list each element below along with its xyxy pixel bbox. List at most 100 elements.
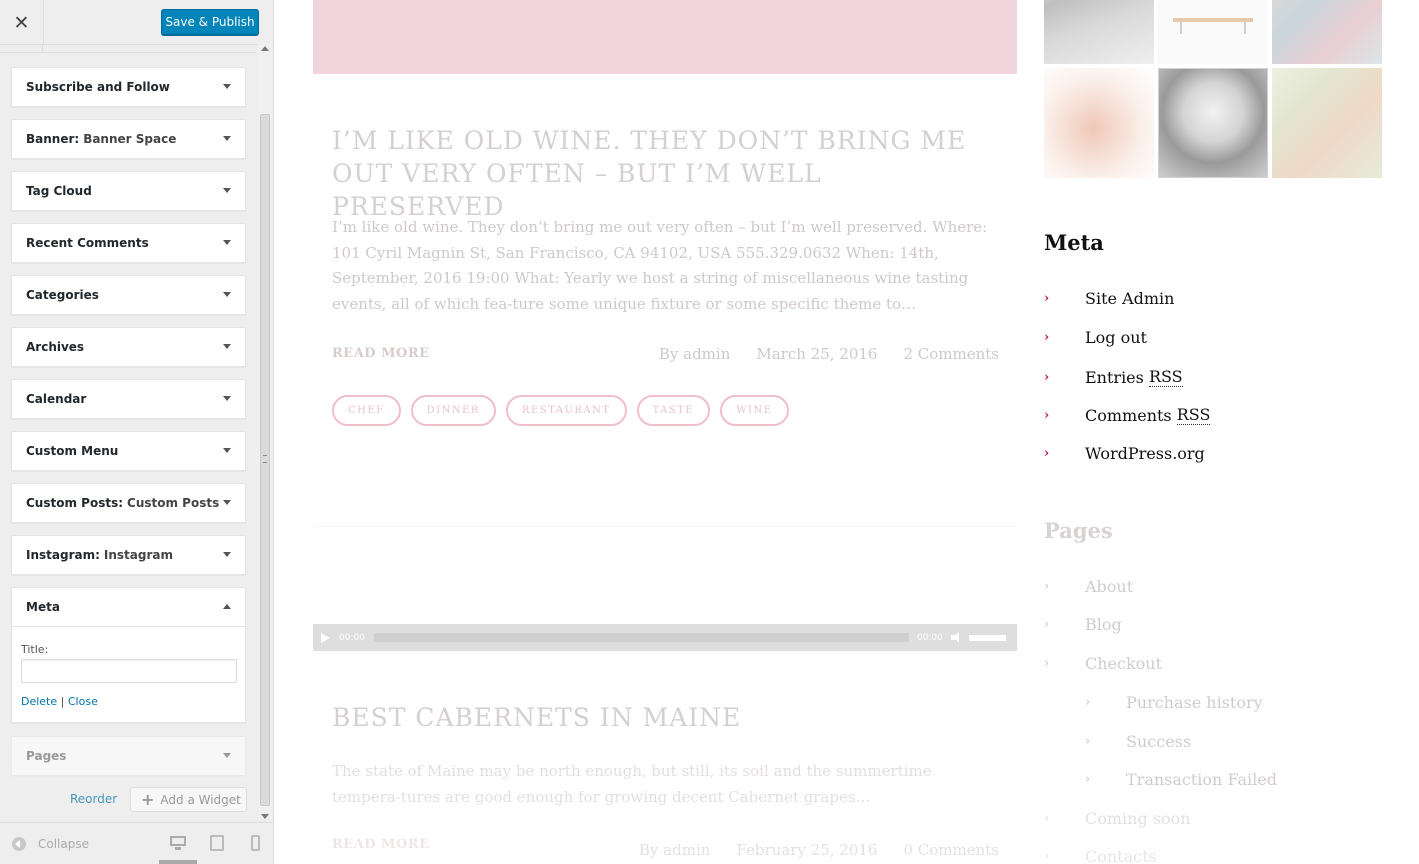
page-link-checkout[interactable]: › Checkout (1044, 654, 1162, 673)
instagram-photo-bottle[interactable] (1044, 0, 1154, 64)
title-field[interactable] (21, 659, 237, 683)
page-link-about[interactable]: › About (1044, 577, 1133, 596)
expand-arrow-icon[interactable] (223, 396, 231, 401)
instagram-photo-dish[interactable] (1044, 68, 1154, 178)
audio-player: 00:00 00:00 (313, 624, 1017, 651)
title-field-label: Title: (21, 643, 49, 656)
expand-arrow-icon[interactable] (223, 344, 231, 349)
post-comments[interactable]: 0 Comments (903, 841, 999, 859)
mobile-icon (251, 835, 260, 851)
expand-arrow-icon[interactable] (223, 240, 231, 245)
post-title[interactable]: BEST CABERNETS IN MAINE (332, 701, 992, 734)
collapse-button[interactable]: Collapse (12, 837, 89, 851)
page-link-purchase-history[interactable]: › Purchase history (1085, 693, 1263, 712)
widget-custom-posts[interactable]: Custom Posts: Custom Posts (11, 483, 246, 523)
link-text: Log out (1085, 328, 1147, 347)
post-author[interactable]: By admin (659, 345, 731, 363)
audio-progress-track[interactable] (373, 633, 909, 642)
expand-arrow-icon[interactable] (223, 753, 231, 758)
page-link-contacts[interactable]: › Contacts (1044, 847, 1157, 864)
read-more-link[interactable]: READ MORE (332, 346, 430, 361)
widget-meta-expanded[interactable]: Meta Title: Delete | Close (11, 587, 246, 723)
instagram-photo-bench[interactable] (1158, 0, 1268, 64)
widget-title: Instagram: (26, 548, 100, 562)
tablet-preview-button[interactable] (208, 835, 226, 851)
bench-top (1173, 18, 1253, 22)
volume-icon[interactable] (950, 632, 963, 643)
expand-arrow-icon[interactable] (223, 500, 231, 505)
meta-link-wordpress-org[interactable]: › WordPress.org (1044, 444, 1205, 463)
widget-subscribe-and-follow[interactable]: Subscribe and Follow (11, 67, 246, 107)
page-link-success[interactable]: › Success (1085, 732, 1191, 751)
volume-slider[interactable] (968, 634, 1015, 641)
instagram-photo-people[interactable] (1272, 0, 1382, 64)
grip-icon (263, 455, 267, 463)
instagram-photo-portrait[interactable] (1158, 68, 1268, 178)
meta-link-log-out[interactable]: › Log out (1044, 328, 1147, 347)
widget-recent-comments[interactable]: Recent Comments (11, 223, 246, 263)
widget-title: Categories (26, 288, 99, 302)
save-publish-button[interactable]: Save & Publish (161, 9, 259, 35)
widget-archives[interactable]: Archives (11, 327, 246, 367)
collapse-arrow-icon[interactable] (223, 604, 231, 609)
widget-custom-menu[interactable]: Custom Menu (11, 431, 246, 471)
action-separator: | (60, 695, 65, 708)
post-date[interactable]: February 25, 2016 (736, 841, 877, 859)
page-link-coming-soon[interactable]: › Coming soon (1044, 809, 1191, 828)
page-link-transaction-failed[interactable]: › Transaction Failed (1085, 770, 1277, 789)
widget-subtitle: Custom Posts (127, 496, 220, 510)
reorder-link[interactable]: Reorder (70, 792, 117, 806)
audio-duration: 00:00 (916, 632, 943, 643)
tablet-icon (210, 835, 224, 851)
post-title[interactable]: I’M LIKE OLD WINE. THEY DON’T BRING ME O… (332, 124, 992, 223)
tag-wine[interactable]: WINE (720, 395, 789, 426)
page-link-blog[interactable]: › Blog (1044, 615, 1122, 634)
expand-arrow-icon[interactable] (223, 84, 231, 89)
scroll-down-arrow-icon[interactable] (261, 814, 269, 819)
meta-link-entries-rss[interactable]: › Entries RSS (1044, 367, 1183, 387)
chevron-right-icon: › (1044, 369, 1050, 385)
meta-link-comments-rss[interactable]: › Comments RSS (1044, 405, 1211, 425)
delete-widget-link[interactable]: Delete (21, 695, 57, 708)
customizer-footer: Collapse (0, 822, 273, 864)
meta-link-site-admin[interactable]: › Site Admin (1044, 289, 1174, 308)
post-author[interactable]: By admin (639, 841, 711, 859)
expand-arrow-icon[interactable] (223, 448, 231, 453)
close-widget-link[interactable]: Close (68, 695, 98, 708)
widget-title: Custom Menu (26, 444, 119, 458)
tag-restaurant[interactable]: RESTAURANT (505, 395, 627, 426)
chevron-right-icon: › (1044, 656, 1050, 671)
expand-arrow-icon[interactable] (223, 292, 231, 297)
post-date[interactable]: March 25, 2016 (756, 345, 877, 363)
volume-level (968, 634, 1006, 641)
widget-categories[interactable]: Categories (11, 275, 246, 315)
sidebar-scrollbar[interactable] (258, 44, 272, 820)
rss-abbr: RSS (1176, 405, 1211, 425)
post-comments[interactable]: 2 Comments (903, 345, 999, 363)
instagram-grid (1044, 0, 1384, 178)
widget-banner[interactable]: Banner: Banner Space (11, 119, 246, 159)
tag-dinner[interactable]: DINNER (410, 395, 496, 426)
tag-chef[interactable]: CHEF (332, 395, 401, 426)
scroll-up-arrow-icon[interactable] (261, 46, 269, 51)
instagram-photo-salads[interactable] (1272, 68, 1382, 178)
add-widget-button[interactable]: + Add a Widget (130, 787, 247, 812)
widget-tag-cloud[interactable]: Tag Cloud (11, 171, 246, 211)
widget-instagram[interactable]: Instagram: Instagram (11, 535, 246, 575)
play-icon[interactable] (321, 632, 330, 643)
close-customizer-button[interactable]: ✕ (0, 0, 44, 45)
bench-leg (1180, 22, 1182, 34)
tag-taste[interactable]: TASTE (636, 395, 711, 426)
expand-arrow-icon[interactable] (223, 552, 231, 557)
desktop-preview-button[interactable] (169, 835, 187, 851)
widget-title: Subscribe and Follow (26, 80, 170, 94)
widget-calendar[interactable]: Calendar (11, 379, 246, 419)
close-icon: ✕ (13, 11, 30, 34)
chevron-right-icon: › (1085, 734, 1091, 749)
expand-arrow-icon[interactable] (223, 136, 231, 141)
mobile-preview-button[interactable] (249, 835, 267, 851)
read-more-link[interactable]: READ MORE (332, 837, 430, 852)
expand-arrow-icon[interactable] (223, 188, 231, 193)
widget-pages[interactable]: Pages (11, 736, 246, 776)
scroll-thumb[interactable] (260, 114, 270, 806)
